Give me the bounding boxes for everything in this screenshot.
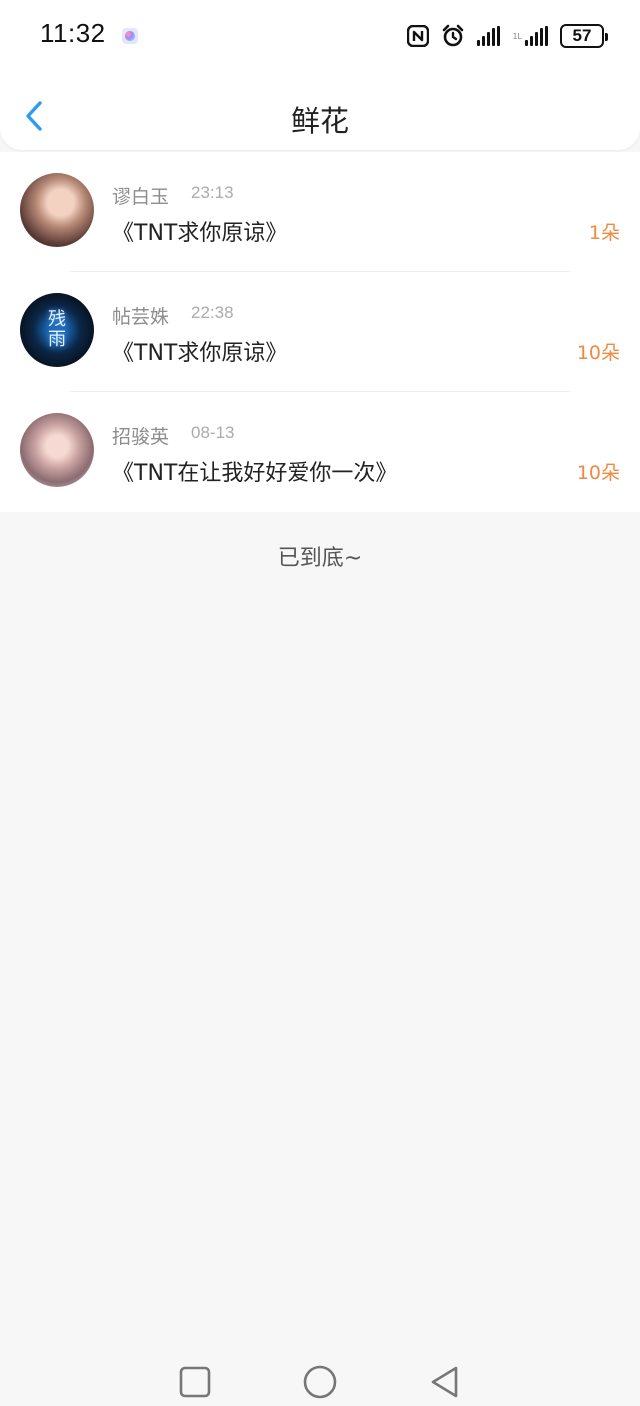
- status-icons: 1L 57: [407, 20, 608, 52]
- nfc-icon: [407, 25, 430, 47]
- system-nav-bar: [0, 1356, 640, 1406]
- song-title: 《TNT在让我好好爱你一次》: [112, 461, 398, 486]
- status-bar: 11:32 1L 57: [0, 0, 640, 72]
- alarm-icon: [443, 24, 464, 47]
- sent-time: 08-13: [191, 423, 235, 442]
- circle-nav-icon[interactable]: [302, 1364, 338, 1400]
- flower-list: 谬白玉 23:13 《TNT求你原谅》 1朵 残雨 帖芸姝 22:38 《TNT…: [0, 152, 640, 512]
- avatar[interactable]: [20, 413, 94, 487]
- battery-icon: 57: [560, 24, 608, 48]
- notification-app-icon: [122, 28, 138, 44]
- status-time: 11:32: [40, 18, 106, 48]
- avatar[interactable]: 残雨: [20, 293, 94, 367]
- sender-name: 帖芸姝: [112, 306, 170, 328]
- flower-count: 10朵: [576, 462, 620, 484]
- sender-name: 谬白玉: [112, 186, 170, 208]
- list-item[interactable]: 招骏英 08-13 《TNT在让我好好爱你一次》 10朵: [0, 392, 640, 512]
- avatar-logo-text: 残雨: [48, 309, 66, 350]
- song-title: 《TNT求你原谅》: [112, 221, 288, 246]
- signal-strength-secondary-icon: 1L: [512, 26, 548, 46]
- avatar[interactable]: [20, 173, 94, 247]
- end-of-list-text: 已到底~: [277, 546, 363, 571]
- sent-time: 22:38: [191, 303, 234, 322]
- triangle-back-nav-icon[interactable]: [427, 1364, 463, 1400]
- sent-time: 23:13: [191, 183, 234, 202]
- list-item[interactable]: 残雨 帖芸姝 22:38 《TNT求你原谅》 10朵: [0, 272, 640, 392]
- nav-bar: 鲜花: [0, 72, 640, 150]
- header: 11:32 1L 57 鲜花: [0, 0, 640, 150]
- battery-level: 57: [572, 26, 592, 45]
- song-title: 《TNT求你原谅》: [112, 341, 288, 366]
- flower-count: 10朵: [576, 342, 620, 364]
- page-title: 鲜花: [290, 104, 349, 138]
- flower-count: 1朵: [588, 222, 620, 244]
- list-item[interactable]: 谬白玉 23:13 《TNT求你原谅》 1朵: [0, 152, 640, 272]
- sender-name: 招骏英: [112, 426, 170, 448]
- signal-strength-icon: [477, 26, 501, 46]
- square-nav-icon[interactable]: [177, 1364, 213, 1400]
